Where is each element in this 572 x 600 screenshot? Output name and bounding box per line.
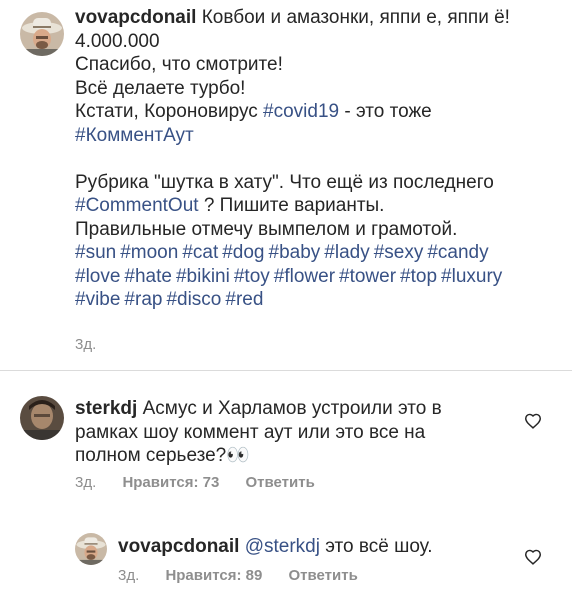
hashtag-tower[interactable]: #tower	[339, 266, 396, 287]
hashtag-rap[interactable]: #rap	[124, 289, 162, 310]
reply-likes-count[interactable]: Нравится: 89	[165, 567, 262, 584]
comment-line-2: рамках шоу коммент аут или это все на	[75, 421, 426, 443]
avatar-vovapcdonail[interactable]	[20, 12, 64, 56]
hashtags-row-3: #vibe #rap #disco #red	[75, 288, 510, 312]
hashtag-flower[interactable]: #flower	[274, 266, 335, 287]
post-caption: vovapcdonail Ковбои и амазонки, яппи е, …	[75, 6, 510, 312]
reply-comment: vovapcdonail @sterkdj это всё шоу.	[118, 535, 433, 559]
reply-username[interactable]: vovapcdonail	[118, 536, 239, 557]
hashtag-toy[interactable]: #toy	[234, 266, 270, 287]
comment-line-1: sterkdj Асмус и Харламов устроили это в	[75, 398, 442, 419]
caption-line-rubric: Рубрика "шутка в хату". Что ещё из после…	[75, 171, 494, 193]
reply-mention-sterkdj[interactable]: @sterkdj	[245, 536, 320, 557]
comment-line-3: полном серьезе?👀	[75, 445, 250, 466]
hashtag-red[interactable]: #red	[225, 289, 263, 310]
reply-timestamp: 3д.	[118, 567, 140, 584]
hashtags-row-2: #love #hate #bikini #toy #flower #tower #top #l…	[75, 265, 510, 289]
comment-reply-button[interactable]: Ответить	[245, 474, 314, 491]
avatar-sterkdj[interactable]	[20, 396, 64, 440]
caption-line-6: #КомментАут	[75, 124, 510, 148]
reply-reply-button[interactable]: Ответить	[288, 567, 357, 584]
caption-line-award: Правильные отмечу вымпелом и грамотой.	[75, 218, 458, 240]
comment-sterkdj: sterkdj Асмус и Харламов устроили это в …	[75, 397, 442, 468]
caption-line-5: Кстати, Короновирус #covid19 - это тоже	[75, 101, 432, 122]
hashtag-candy[interactable]: #candy	[427, 242, 488, 263]
caption-line-commentout: #CommentOut ? Пишите варианты.	[75, 195, 385, 216]
caption-line-4: Всё делаете турбо!	[75, 77, 246, 99]
post-username[interactable]: vovapcdonail	[75, 7, 196, 28]
heart-outline-icon[interactable]	[524, 549, 542, 565]
hashtags-row-1: #sun #moon #cat #dog #baby #lady #sexy #candy	[75, 241, 510, 265]
hashtag-baby[interactable]: #baby	[269, 242, 321, 263]
caption-line-2: 4.000.000	[75, 30, 160, 52]
comment-meta: 3д. Нравится: 73 Ответить	[75, 474, 337, 491]
avatar-cowboy-image	[75, 533, 107, 565]
hashtag-vibe[interactable]: #vibe	[75, 289, 120, 310]
comment-username[interactable]: sterkdj	[75, 398, 137, 419]
section-divider	[0, 370, 572, 371]
hashtag-kommentaut[interactable]: #КомментАут	[75, 125, 194, 146]
comment-timestamp: 3д.	[75, 474, 97, 491]
hashtag-moon[interactable]: #moon	[120, 242, 178, 263]
hashtag-lady[interactable]: #lady	[324, 242, 369, 263]
hashtag-top[interactable]: #top	[400, 266, 437, 287]
comment-likes-count[interactable]: Нравится: 73	[122, 474, 219, 491]
caption-line-3: Спасибо, что смотрите!	[75, 54, 283, 75]
hashtag-cat[interactable]: #cat	[182, 242, 218, 263]
post-meta: 3д.	[75, 336, 118, 353]
avatar-portrait-image	[20, 396, 64, 440]
hashtag-covid19[interactable]: #covid19	[263, 101, 339, 122]
heart-outline-icon[interactable]	[524, 413, 542, 429]
reply-line: vovapcdonail @sterkdj это всё шоу.	[118, 536, 433, 557]
hashtag-hate[interactable]: #hate	[124, 266, 172, 287]
hashtag-commentout[interactable]: #CommentOut	[75, 195, 199, 216]
hashtag-disco[interactable]: #disco	[166, 289, 221, 310]
avatar-vovapcdonail-reply[interactable]	[75, 533, 107, 565]
hashtag-luxury[interactable]: #luxury	[441, 266, 502, 287]
hashtag-love[interactable]: #love	[75, 266, 120, 287]
hashtag-dog[interactable]: #dog	[222, 242, 264, 263]
post-timestamp: 3д.	[75, 336, 97, 353]
avatar-cowboy-image	[20, 12, 64, 56]
hashtag-sun[interactable]: #sun	[75, 242, 116, 263]
hashtag-sexy[interactable]: #sexy	[374, 242, 424, 263]
reply-meta: 3д. Нравится: 89 Ответить	[118, 567, 380, 584]
caption-line-1: vovapcdonail Ковбои и амазонки, яппи е, …	[75, 7, 510, 28]
hashtag-bikini[interactable]: #bikini	[176, 266, 230, 287]
eyes-emoji-icon: 👀	[226, 445, 250, 466]
